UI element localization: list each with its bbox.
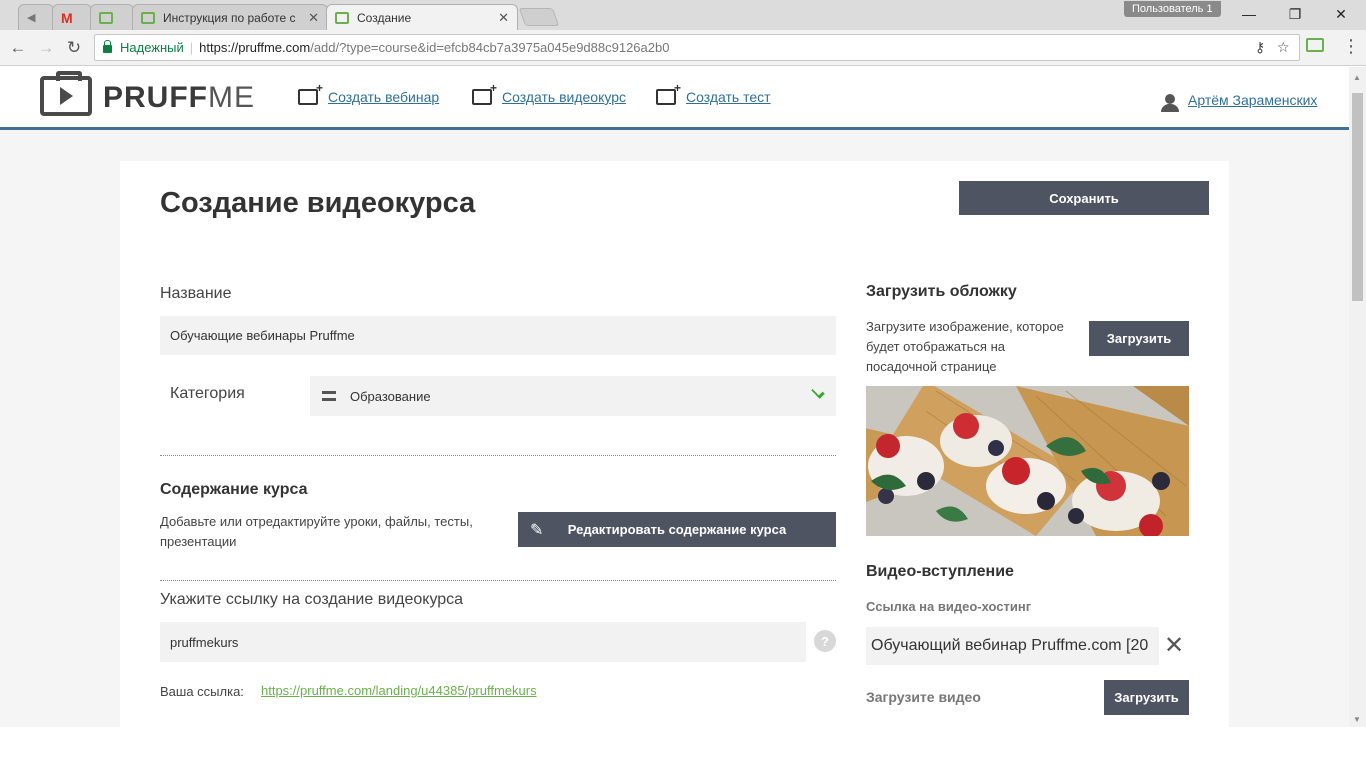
secure-label: Надежный bbox=[120, 40, 184, 55]
video-heading: Видео-вступление bbox=[866, 563, 1014, 580]
page-viewport: PRUFFME Создать вебинар Создать видеокур… bbox=[0, 67, 1349, 727]
nav-create-webinar[interactable]: Создать вебинар bbox=[298, 81, 440, 105]
scroll-up-icon[interactable]: ▲ bbox=[1353, 73, 1361, 82]
tab-title: Инструкция по работе с bbox=[163, 10, 296, 25]
taskbar-area bbox=[0, 727, 1366, 768]
scroll-thumb[interactable] bbox=[1352, 93, 1363, 301]
upload-cover-button[interactable]: Загрузить bbox=[1089, 321, 1189, 356]
minimize-icon[interactable]: — bbox=[1226, 0, 1272, 28]
video-link-input[interactable]: Обучающий вебинар Pruffme.com [20 bbox=[866, 627, 1159, 665]
url-path: /add/?type=course&id=efcb84cb7a3975a045e… bbox=[310, 40, 670, 55]
cover-heading: Загрузить обложку bbox=[866, 283, 1017, 300]
content-heading: Содержание курса bbox=[160, 481, 308, 498]
logo-briefcase-icon[interactable] bbox=[40, 71, 92, 116]
divider bbox=[160, 455, 836, 456]
category-value: Образование bbox=[350, 388, 431, 404]
cover-image[interactable] bbox=[866, 386, 1189, 536]
tab-create[interactable]: Создание ✕ bbox=[326, 4, 518, 30]
tab-pruffme-1[interactable] bbox=[90, 4, 134, 30]
pruffme-favicon-icon bbox=[141, 11, 155, 24]
url-host: https://pruffme.com bbox=[199, 40, 311, 55]
divider bbox=[160, 580, 836, 581]
tab-strip: ◀ M Инструкция по работе с ✕ Создание ✕ … bbox=[0, 0, 1366, 30]
create-webinar-icon bbox=[298, 81, 323, 105]
scroll-down-icon[interactable]: ▼ bbox=[1353, 715, 1361, 724]
pruffme-favicon-icon bbox=[335, 11, 349, 24]
nav-label: Создать вебинар bbox=[328, 89, 440, 105]
your-link-label: Ваша ссылка: bbox=[160, 684, 244, 699]
speaker-icon: ◀ bbox=[27, 12, 36, 24]
reload-icon[interactable]: ↻ bbox=[62, 36, 86, 60]
nav-create-test[interactable]: Создать тест bbox=[656, 81, 771, 105]
upload-video-label: Загрузите видео bbox=[866, 689, 981, 705]
tab-title: Создание bbox=[357, 10, 412, 25]
tab-gmail[interactable]: M bbox=[52, 4, 92, 30]
name-label: Название bbox=[160, 285, 232, 302]
tab-close-icon[interactable]: ✕ bbox=[498, 10, 509, 26]
user-name: Артём Зараменских bbox=[1188, 92, 1318, 108]
pruffme-extension-icon[interactable] bbox=[1306, 38, 1324, 52]
back-icon[interactable]: ← bbox=[6, 36, 30, 60]
address-bar[interactable]: Надежный | https://pruffme.com/add/?type… bbox=[94, 34, 1300, 61]
pencil-icon: ✎ bbox=[530, 522, 544, 539]
profile-badge[interactable]: Пользователь 1 bbox=[1124, 1, 1221, 17]
star-icon[interactable]: ☆ bbox=[1277, 39, 1290, 56]
course-slug-input[interactable]: pruffmekurs bbox=[160, 622, 806, 662]
create-videocourse-icon bbox=[472, 81, 497, 105]
pruffme-favicon-icon bbox=[99, 11, 113, 24]
nav-create-videocourse[interactable]: Создать видеокурс bbox=[472, 81, 627, 105]
content-hint: Добавьте или отредактируйте уроки, файлы… bbox=[160, 514, 473, 549]
category-select[interactable]: Образование bbox=[310, 376, 836, 416]
edit-content-button[interactable]: ✎ Редактировать содержание курса bbox=[518, 512, 836, 547]
nav-label: Создать видеокурс bbox=[502, 89, 627, 105]
separator: | bbox=[189, 40, 194, 55]
site-header: PRUFFME Создать вебинар Создать видеокур… bbox=[0, 67, 1349, 130]
restore-icon[interactable]: ❐ bbox=[1272, 0, 1318, 28]
tab-close-icon[interactable]: ✕ bbox=[308, 10, 319, 26]
user-profile-link[interactable]: Артём Зараменских bbox=[1160, 89, 1318, 112]
close-window-icon[interactable]: ✕ bbox=[1318, 0, 1364, 28]
upload-video-button[interactable]: Загрузить bbox=[1104, 680, 1189, 715]
forward-icon[interactable]: → bbox=[34, 36, 58, 60]
page-scrollbar[interactable]: ▲ ▼ bbox=[1349, 67, 1366, 727]
logo-text[interactable]: PRUFFME bbox=[103, 81, 255, 115]
chevron-down-icon[interactable] bbox=[811, 385, 825, 399]
create-test-icon bbox=[656, 81, 681, 105]
gmail-icon: M bbox=[61, 9, 73, 26]
category-label: Категория bbox=[170, 385, 245, 402]
landing-link[interactable]: https://pruffme.com/landing/u44385/pruff… bbox=[261, 683, 537, 698]
list-icon bbox=[322, 391, 336, 401]
tab-audio[interactable]: ◀ bbox=[18, 4, 54, 30]
course-form-card: Создание видеокурса Сохранить Название О… bbox=[120, 161, 1229, 727]
lock-icon bbox=[103, 40, 112, 53]
nav-label: Создать тест bbox=[686, 89, 771, 105]
tab-instruction[interactable]: Инструкция по работе с ✕ bbox=[132, 4, 328, 30]
cover-hint: Загрузите изображение, которое будет ото… bbox=[866, 319, 1064, 374]
key-icon[interactable]: ⚷ bbox=[1255, 39, 1265, 56]
user-graduate-icon bbox=[1160, 89, 1180, 112]
browser-toolbar: ← → ↻ Надежный | https://pruffme.com/add… bbox=[0, 30, 1366, 66]
save-button[interactable]: Сохранить bbox=[959, 181, 1209, 215]
help-icon[interactable]: ? bbox=[814, 630, 836, 652]
edit-content-label: Редактировать содержание курса bbox=[567, 522, 787, 537]
menu-dots-icon[interactable]: ⋮ bbox=[1342, 36, 1360, 56]
video-link-label: Ссылка на видео-хостинг bbox=[866, 599, 1032, 614]
page-title: Создание видеокурса bbox=[160, 187, 476, 219]
course-name-input[interactable]: Обучающие вебинары Pruffme bbox=[160, 316, 836, 355]
cover-photo bbox=[866, 386, 1189, 536]
link-label: Укажите ссылку на создание видеокурса bbox=[160, 591, 464, 608]
clear-video-icon[interactable]: ✕ bbox=[1164, 631, 1184, 660]
new-tab-button[interactable] bbox=[518, 8, 560, 26]
